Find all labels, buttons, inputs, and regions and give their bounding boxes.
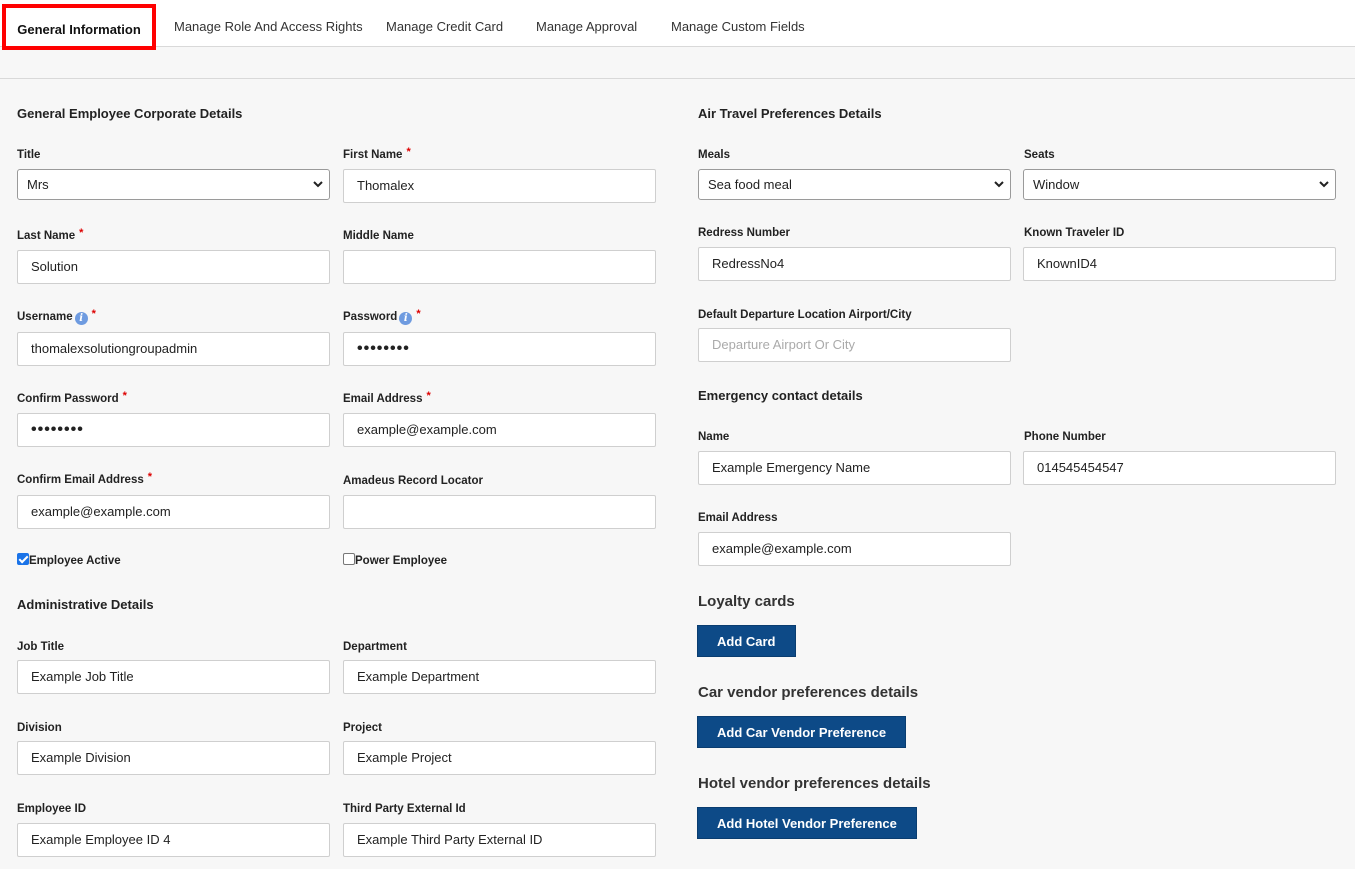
emergency-name-label: Name [698, 431, 730, 443]
title-select-value: Mrs [27, 177, 49, 192]
middle-name-input[interactable] [343, 250, 656, 284]
tab-manage-credit-card[interactable]: Manage Credit Card [386, 0, 503, 47]
required-mark: * [147, 471, 153, 483]
section-title-air-travel: Air Travel Preferences Details [698, 106, 882, 121]
job-title-label: Job Title [17, 641, 65, 653]
third-party-input[interactable]: Example Third Party External ID [343, 823, 656, 857]
password-label: Password i * [343, 308, 421, 325]
employee-active-label: Employee Active [29, 555, 121, 567]
employee-id-input[interactable]: Example Employee ID 4 [17, 823, 330, 857]
departure-label: Default Departure Location Airport/City [698, 309, 912, 321]
emergency-email-label: Email Address [698, 512, 778, 524]
tab-manage-approval[interactable]: Manage Approval [536, 0, 637, 47]
first-name-label: First Name * [343, 146, 411, 161]
seats-select[interactable]: Window [1023, 169, 1336, 200]
department-input[interactable]: Example Department [343, 660, 656, 694]
emergency-phone-label: Phone Number [1024, 431, 1106, 443]
required-mark: * [416, 308, 421, 320]
tab-bar: General Information Manage Role And Acce… [0, 0, 1355, 50]
required-mark: * [406, 146, 411, 158]
section-title-general: General Employee Corporate Details [17, 106, 243, 121]
middle-name-label: Middle Name [343, 230, 414, 242]
seats-select-value: Window [1033, 177, 1080, 192]
confirm-email-input[interactable]: example@example.com [17, 495, 330, 529]
confirm-password-label: Confirm Password * [17, 390, 127, 405]
car-vendor-title: Car vendor preferences details [698, 684, 919, 701]
redress-input[interactable]: RedressNo4 [698, 247, 1011, 281]
emergency-name-input[interactable]: Example Emergency Name [698, 451, 1011, 485]
required-mark: * [426, 390, 431, 402]
add-hotel-vendor-button[interactable]: Add Hotel Vendor Preference [697, 807, 917, 839]
job-title-input[interactable]: Example Job Title [17, 660, 330, 694]
info-icon[interactable]: i [74, 312, 88, 325]
power-employee-checkbox[interactable] [343, 553, 355, 565]
project-input[interactable]: Example Project [343, 741, 656, 775]
loyalty-cards-title: Loyalty cards [698, 593, 795, 610]
confirm-email-label: Confirm Email Address * [17, 471, 153, 486]
chevron-down-icon [313, 181, 323, 188]
meals-select-value: Sea food meal [708, 177, 792, 192]
known-traveler-label: Known Traveler ID [1024, 227, 1125, 239]
meals-label: Meals [698, 149, 730, 161]
amadeus-label: Amadeus Record Locator [343, 475, 483, 487]
email-input[interactable]: example@example.com [343, 413, 656, 447]
required-mark: * [122, 390, 127, 402]
power-employee-row: Power Employee [343, 553, 448, 567]
last-name-label: Last Name * [17, 227, 84, 242]
title-label: Title [17, 149, 41, 161]
power-employee-label: Power Employee [355, 555, 448, 567]
employee-id-label: Employee ID [17, 803, 87, 815]
tab-manage-custom-fields[interactable]: Manage Custom Fields [671, 0, 805, 47]
section-title-emergency: Emergency contact details [698, 388, 863, 403]
emergency-phone-input[interactable]: 014545454547 [1023, 451, 1336, 485]
email-label: Email Address * [343, 390, 431, 405]
department-label: Department [343, 641, 407, 653]
tab-manage-role-access[interactable]: Manage Role And Access Rights [174, 0, 363, 47]
first-name-input[interactable]: Thomalex [343, 169, 656, 203]
third-party-label: Third Party External Id [343, 803, 466, 815]
hotel-vendor-title: Hotel vendor preferences details [698, 775, 931, 792]
chevron-down-icon [1319, 181, 1329, 188]
info-icon[interactable]: i [399, 312, 413, 325]
section-title-administrative: Administrative Details [17, 597, 154, 612]
last-name-input[interactable]: Solution [17, 250, 330, 284]
redress-label: Redress Number [698, 227, 791, 239]
emergency-email-input[interactable]: example@example.com [698, 532, 1011, 566]
password-input[interactable]: •••••••• [343, 332, 656, 366]
chevron-down-icon [994, 181, 1004, 188]
employee-active-row: Employee Active [17, 553, 121, 567]
known-traveler-input[interactable]: KnownID4 [1023, 247, 1336, 281]
required-mark: * [91, 308, 96, 320]
project-label: Project [343, 722, 382, 734]
meals-select[interactable]: Sea food meal [698, 169, 1011, 200]
confirm-password-input[interactable]: •••••••• [17, 413, 330, 447]
add-card-button[interactable]: Add Card [697, 625, 796, 657]
departure-input[interactable]: Departure Airport Or City [698, 328, 1011, 362]
username-label: Username i * [17, 308, 96, 325]
division-label: Division [17, 722, 62, 734]
tab-general-information[interactable]: General Information [2, 4, 156, 50]
add-car-vendor-button[interactable]: Add Car Vendor Preference [697, 716, 907, 748]
employee-active-checkbox[interactable] [17, 553, 29, 565]
required-mark: * [79, 227, 84, 239]
divider [0, 78, 1355, 79]
title-select[interactable]: Mrs [17, 169, 330, 200]
username-input[interactable]: thomalexsolutiongroupadmin [17, 332, 330, 366]
amadeus-input[interactable] [343, 495, 656, 529]
seats-label: Seats [1024, 149, 1055, 161]
division-input[interactable]: Example Division [17, 741, 330, 775]
